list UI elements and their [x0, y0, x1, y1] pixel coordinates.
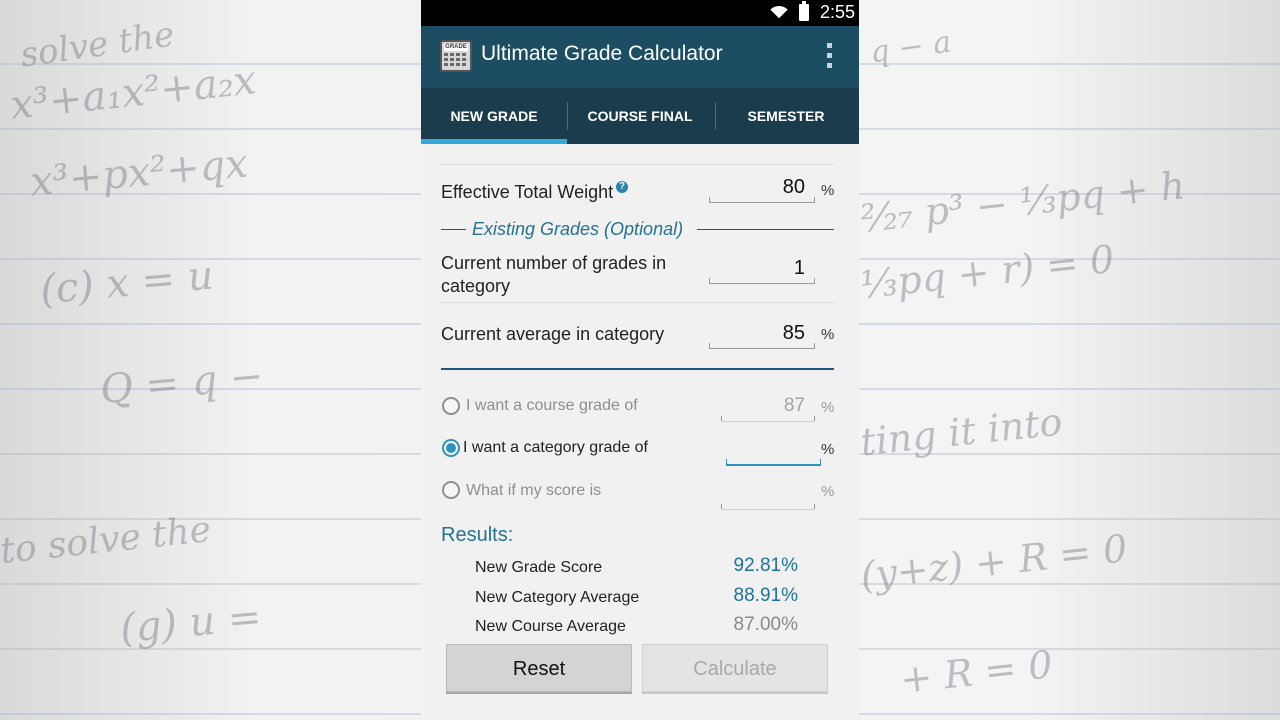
tab-new-grade[interactable]: NEW GRADE	[421, 88, 567, 144]
section-divider	[441, 368, 834, 370]
what-if-unit: %	[821, 483, 835, 500]
tab-course-final[interactable]: COURSE FINAL	[567, 88, 713, 144]
tab-bar: NEW GRADE COURSE FINAL SEMESTER	[421, 88, 859, 144]
effective-weight-unit: %	[821, 182, 835, 199]
result-name: New Category Average	[475, 589, 640, 606]
background-scrawl: ²⁄₂₇ p³ − ⅓pq + h	[858, 163, 1188, 241]
background-scrawl: Q = q −	[98, 352, 266, 414]
what-if-input[interactable]	[721, 480, 815, 510]
help-icon[interactable]: ?	[616, 181, 629, 193]
divider	[441, 164, 834, 165]
background-scrawl: (y+z) + R = 0	[858, 526, 1130, 598]
what-if-option-label[interactable]: What if my score is	[466, 482, 601, 500]
course-grade-option-label[interactable]: I want a course grade of	[466, 397, 638, 415]
category-grade-input[interactable]	[726, 436, 821, 466]
course-grade-unit: %	[821, 399, 835, 416]
category-grade-radio[interactable]	[442, 439, 460, 457]
overflow-menu-icon[interactable]	[827, 43, 833, 71]
calculate-button[interactable]: Calculate	[642, 644, 828, 692]
background-scrawl: x³+px²+qx	[28, 140, 250, 206]
current-num-grades-input[interactable]: 1	[709, 254, 815, 284]
category-grade-unit: %	[821, 441, 835, 458]
action-bar: GRADE Ultimate Grade Calculator	[421, 26, 859, 88]
status-time: 2:55	[819, 2, 855, 22]
tab-divider	[715, 102, 716, 130]
background-scrawl: (c) x = u	[38, 252, 216, 314]
effective-weight-label-text: Effective Total Weight	[441, 182, 614, 202]
app-icon-label: GRADE	[444, 44, 468, 51]
phone-screen: 2:55 GRADE Ultimate Grade Calculator NEW…	[421, 0, 859, 720]
result-value: 87.00%	[733, 614, 798, 635]
category-grade-option-label[interactable]: I want a category grade of	[463, 439, 648, 457]
current-average-label: Current average in category	[441, 324, 665, 344]
current-average-input[interactable]: 85	[709, 319, 815, 349]
section-rule-right	[697, 229, 834, 230]
result-name: New Grade Score	[475, 559, 603, 576]
status-bar: 2:55	[421, 0, 859, 26]
results-heading: Results:	[441, 524, 514, 546]
app-title: Ultimate Grade Calculator	[481, 42, 723, 65]
current-num-grades-label: Current number of grades in category	[441, 253, 667, 296]
background-scrawl: + R = 0	[898, 642, 1055, 702]
effective-weight-input[interactable]: 80	[709, 173, 815, 203]
battery-icon	[799, 1, 809, 21]
background-scrawl: to solve the	[0, 509, 213, 572]
wifi-icon	[767, 2, 791, 22]
background-scrawl: ⅓pq + r) = 0	[858, 236, 1117, 308]
current-average-unit: %	[821, 326, 835, 343]
reset-button[interactable]: Reset	[446, 644, 632, 692]
background-scrawl: q − a	[867, 24, 954, 71]
result-value: 92.81%	[733, 555, 798, 576]
form-content: Effective Total Weight? 80 % Existing Gr…	[421, 144, 859, 720]
course-grade-radio[interactable]	[442, 397, 460, 415]
background-scrawl: ting it into	[858, 399, 1065, 465]
background-scrawl: (g) u =	[118, 593, 264, 653]
course-grade-input[interactable]: 87	[721, 392, 815, 422]
divider	[441, 302, 834, 303]
tab-semester[interactable]: SEMESTER	[713, 88, 859, 144]
section-rule-left	[441, 229, 466, 230]
what-if-radio[interactable]	[442, 481, 460, 499]
result-name: New Course Average	[475, 618, 626, 635]
result-value: 88.91%	[733, 585, 798, 606]
existing-grades-header: Existing Grades (Optional)	[472, 219, 684, 239]
tab-divider	[567, 102, 568, 130]
effective-weight-label: Effective Total Weight?	[441, 181, 629, 204]
calculator-app-icon[interactable]: GRADE	[440, 40, 472, 72]
keypad-icon	[444, 53, 468, 68]
background-scrawl: solve the	[17, 14, 177, 76]
